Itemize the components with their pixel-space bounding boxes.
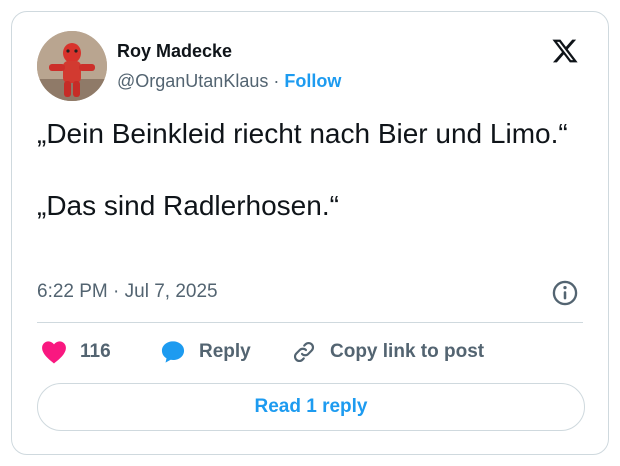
reply-label: Reply [199,341,251,362]
link-icon [293,341,315,363]
action-bar: 116 Reply Copy link to post [37,336,587,368]
avatar[interactable] [37,31,107,101]
avatar-image [37,31,107,101]
like-count: 116 [80,341,111,362]
handle-separator: · [273,71,280,91]
copy-link-label: Copy link to post [330,341,485,362]
like-button[interactable]: 116 [41,336,111,368]
speech-bubble-icon [161,341,185,363]
tweet-text: „Dein Beinkleid riecht nach Bier und Lim… [37,118,568,221]
reply-button[interactable]: Reply [160,336,251,368]
author-name[interactable]: Roy Madecke [117,41,232,62]
author-handle[interactable]: @OrganUtanKlaus [117,71,268,91]
author-handle-row: @OrganUtanKlaus · Follow [117,71,341,92]
copy-link-button[interactable]: Copy link to post [291,336,484,368]
info-icon[interactable] [551,279,579,307]
tweet-timestamp[interactable]: 6:22 PM · Jul 7, 2025 [37,281,218,303]
x-logo-icon[interactable] [550,37,580,65]
divider [37,322,583,323]
heart-icon [42,341,66,364]
read-replies-button[interactable]: Read 1 reply [37,383,585,431]
tweet-card: Roy Madecke @OrganUtanKlaus · Follow „De… [11,11,609,455]
follow-button[interactable]: Follow [284,71,341,91]
